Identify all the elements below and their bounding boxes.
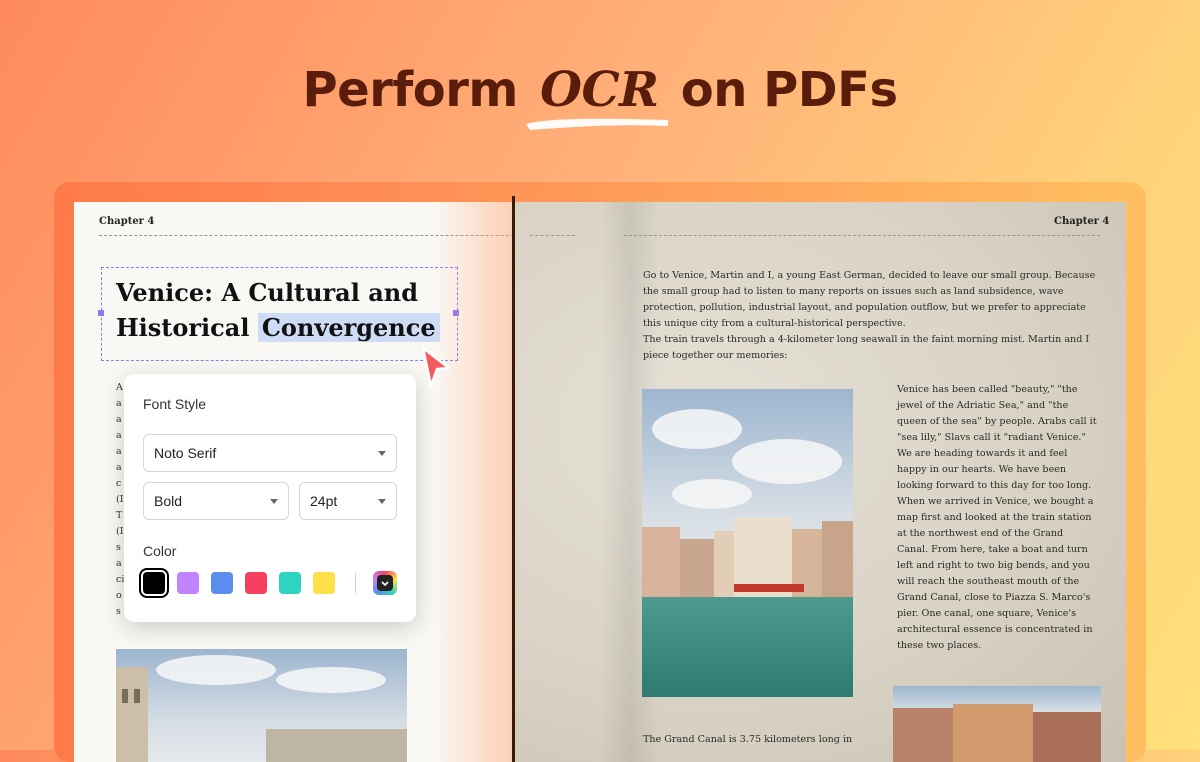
title-line-2-plain: Historical: [116, 313, 250, 342]
color-swatch[interactable]: [313, 572, 335, 594]
intro-line: the small group had to listen to many re…: [643, 286, 1064, 297]
headline-highlight-text: OCR: [540, 62, 659, 118]
chevron-down-icon: [270, 499, 278, 504]
column-line: happy in our hearts. We have been: [897, 464, 1067, 475]
column-line: jewel of the Adriatic Sea," and "the: [897, 400, 1069, 411]
intro-line: piece together our memories:: [643, 350, 788, 361]
intro-line: protection, pollution, industrial layout…: [643, 302, 1086, 313]
font-family-value: Noto Serif: [154, 445, 217, 461]
font-size-value: 24pt: [310, 493, 338, 509]
right-header-rule-b: [624, 235, 1100, 236]
headline: Perform OCR on PDFs: [0, 62, 1200, 130]
column-line: map first and looked at the train statio…: [897, 512, 1092, 523]
title-selected-word[interactable]: Convergence: [257, 313, 440, 342]
chevron-down-icon: [378, 451, 386, 456]
mouse-cursor-icon: [421, 346, 451, 388]
column-line: pier. One canal, one square, Venice's: [897, 608, 1077, 619]
custom-color-button[interactable]: [373, 571, 397, 595]
resize-handle-left[interactable]: [98, 310, 104, 316]
chevron-down-icon: [378, 499, 386, 504]
color-swatch[interactable]: [211, 572, 233, 594]
column-line: We are heading towards it and feel: [897, 448, 1068, 459]
color-swatch[interactable]: [245, 572, 267, 594]
column-line: left and right to two big bends, and you: [897, 560, 1090, 571]
page-title[interactable]: Venice: A Cultural and Historical Conver…: [116, 275, 456, 345]
headline-highlight: OCR: [526, 62, 669, 130]
title-line-1: Venice: A Cultural and: [116, 278, 418, 307]
column-line: will reach the southeast mouth of the: [897, 576, 1080, 587]
intro-line: this unique city from a cultural-histori…: [643, 318, 906, 329]
color-swatch[interactable]: [139, 568, 169, 598]
left-chapter-label: Chapter 4: [99, 216, 155, 227]
right-bottom-text: The Grand Canal is 3.75 kilometers long …: [643, 734, 853, 745]
column-line: architectural essence is concentrated in: [897, 624, 1093, 635]
column-line: When we arrived in Venice, we bought a: [897, 496, 1094, 507]
brush-underline-icon: [526, 118, 669, 130]
right-photo-canal: [642, 389, 853, 697]
headline-suffix: on PDFs: [680, 62, 898, 118]
color-swatch[interactable]: [177, 572, 199, 594]
font-weight-value: Bold: [154, 493, 183, 509]
right-chapter-label: Chapter 4: [1054, 216, 1110, 227]
column-line: Canal. From here, take a boat and turn: [897, 544, 1088, 555]
font-family-select[interactable]: Noto Serif: [143, 434, 397, 472]
title-line-2: Historical Convergence: [116, 310, 456, 345]
font-style-popup: Font Style Noto Serif Bold 24pt Color: [124, 374, 416, 622]
intro-line: The train travels through a 4-kilometer …: [643, 334, 1090, 345]
column-line: queen of the sea" by people. Arabs call …: [897, 416, 1097, 427]
headline-prefix: Perform: [302, 62, 518, 118]
column-line: Venice has been called "beauty," "the: [897, 384, 1078, 395]
right-intro-text: Go to Venice, Martin and I, a young East…: [643, 268, 1095, 364]
intro-line: Go to Venice, Martin and I, a young East…: [643, 270, 1096, 281]
right-header-rule-a: [530, 235, 575, 236]
column-line: "sea lily," Slavs call it "radiant Venic…: [897, 432, 1086, 443]
color-label: Color: [143, 543, 177, 559]
right-column-text: Venice has been called "beauty," "the jew…: [897, 382, 1097, 654]
color-swatch[interactable]: [279, 572, 301, 594]
font-size-select[interactable]: 24pt: [299, 482, 397, 520]
font-weight-select[interactable]: Bold: [143, 482, 289, 520]
column-line: these two places.: [897, 640, 982, 651]
custom-color-icon: [377, 575, 393, 591]
column-line: looking forward to this day for too long…: [897, 480, 1092, 491]
left-photo: [116, 649, 407, 762]
compare-slider-divider[interactable]: [512, 196, 515, 762]
font-style-label: Font Style: [143, 396, 207, 412]
column-line: at the northwest end of the Grand: [897, 528, 1064, 539]
right-photo-buildings: [893, 686, 1101, 762]
swatch-divider: [355, 573, 356, 593]
column-line: Grand Canal, close to Piazza S. Marco's: [897, 592, 1091, 603]
